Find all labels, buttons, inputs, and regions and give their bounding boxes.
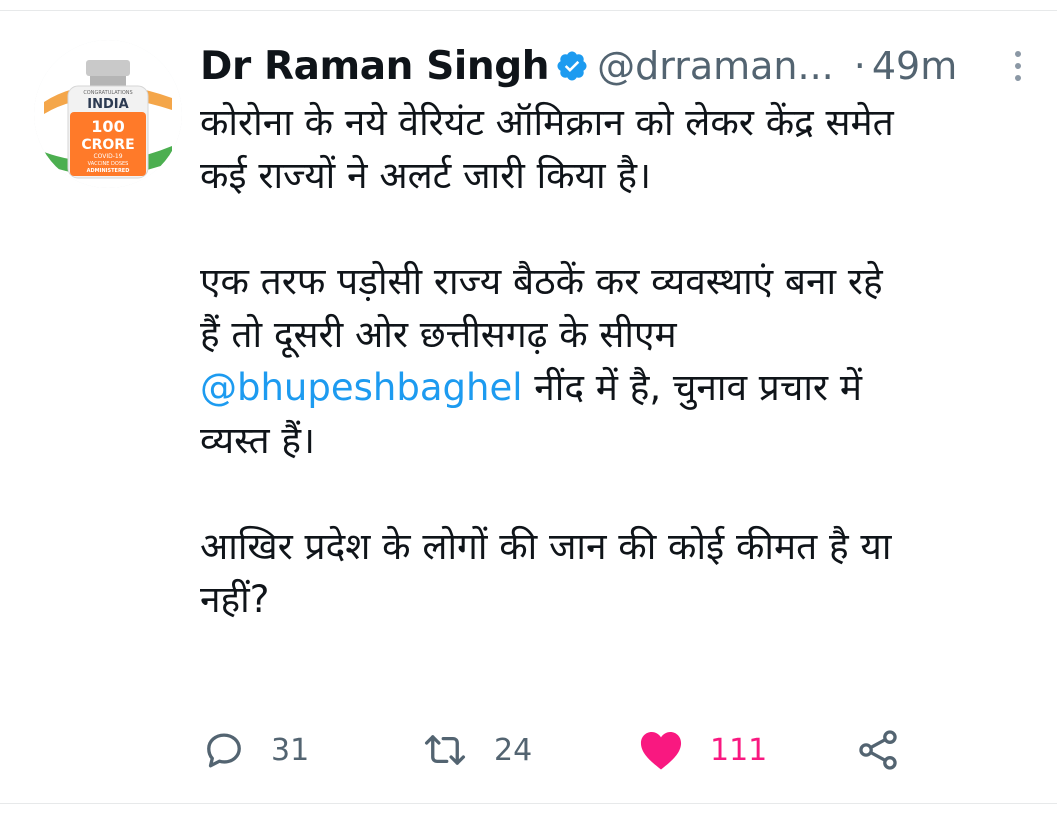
tweet-text-line: कई राज्यों ने अलर्ट जारी किया है। [200,154,652,197]
author-name[interactable]: Dr Raman Singh [200,44,550,89]
top-divider [0,10,1057,11]
reply-count: 31 [271,732,310,768]
retweet-icon [424,735,466,765]
separator-dot: · [853,44,866,88]
tweet-text-line: @bhupeshbaghel नींद में है, चुनाव प्रचार… [200,361,1040,414]
tweet-text-line: व्यस्त हैं। [200,419,316,462]
share-icon [859,730,897,770]
avatar[interactable]: CONGRATULATIONS INDIA 100 CRORE COVID-19… [34,40,182,188]
tweet-text-line: हैं तो दूसरी ओर छत्तीसगढ़ के सीएम [200,313,677,356]
heart-icon [640,732,682,770]
tweet-text-line: आखिर प्रदेश के लोगों की जान की कोई कीमत … [200,525,892,568]
avatar-badge-text: VACCINE DOSES [88,161,129,167]
retweet-count: 24 [494,732,533,768]
avatar-badge-text: 100 [91,117,124,136]
tweet-header: Dr Raman Singh @drraman... · 49m [200,38,1029,94]
reply-icon [207,733,241,768]
avatar-badge-text: INDIA [87,97,128,112]
tweet-time[interactable]: 49m [872,44,957,88]
tweet-text-line: नहीं? [200,578,270,621]
tweet-actions: 31 24 111 [0,720,1057,780]
reply-button[interactable]: 31 [203,720,309,780]
tweet-text-line: एक तरफ पड़ोसी राज्य बैठकें कर व्यवस्थाएं… [200,260,883,303]
avatar-badge-text: COVID-19 [93,153,122,160]
retweet-button[interactable]: 24 [422,720,532,780]
mention-link[interactable]: @bhupeshbaghel [200,366,523,409]
more-options-icon[interactable] [1007,46,1029,86]
like-count: 111 [710,732,768,768]
avatar-badge-text: CONGRATULATIONS [83,90,132,96]
vaccine-bottle-avatar-icon: CONGRATULATIONS INDIA 100 CRORE COVID-19… [34,40,182,188]
share-button[interactable] [856,720,900,780]
tweet-text: कोरोना के नये वेरियंट ऑमिक्रान को लेकर क… [200,96,1040,626]
tweet-text-line: कोरोना के नये वेरियंट ऑमिक्रान को लेकर क… [200,101,894,144]
bottom-divider [0,803,1057,804]
avatar-badge-text: ADMINISTERED [87,168,130,174]
author-handle[interactable]: @drraman... [597,44,834,88]
like-button[interactable]: 111 [638,720,767,780]
tweet-text-segment: नींद में है, चुनाव प्रचार में [522,366,862,409]
verified-badge-icon [557,51,587,81]
avatar-badge-text: CRORE [81,137,134,153]
